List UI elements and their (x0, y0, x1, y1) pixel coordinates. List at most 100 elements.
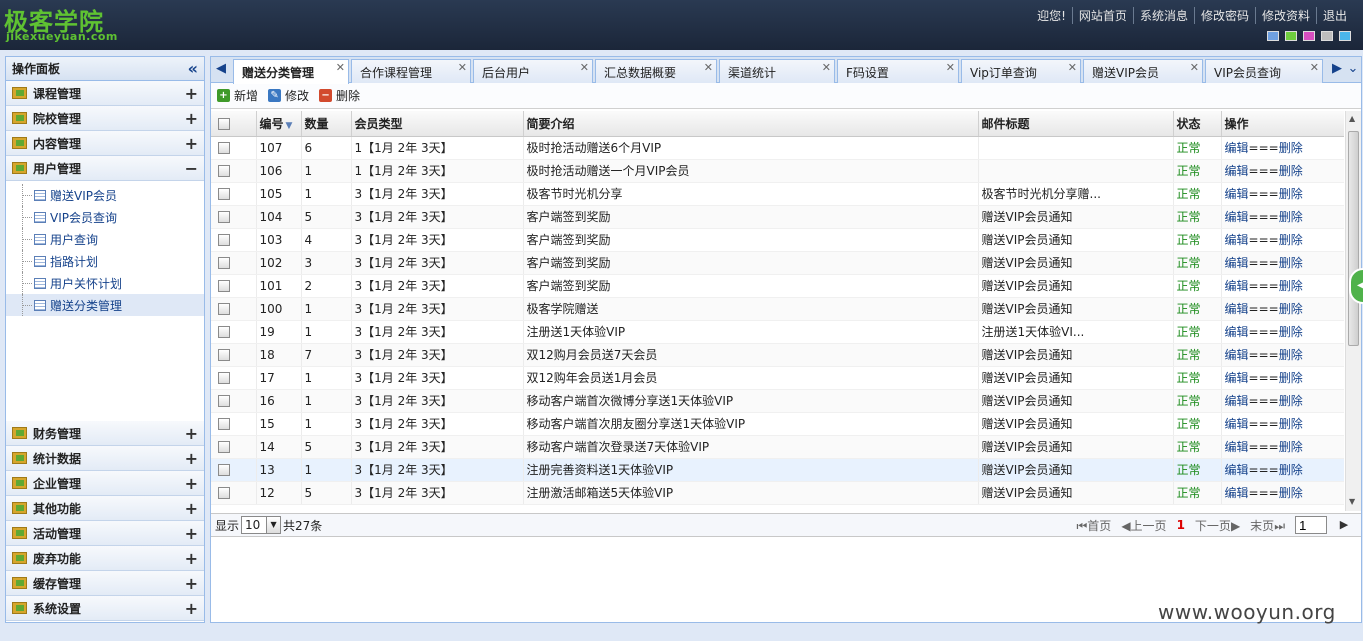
col-header-id[interactable]: 编号 ▼ (256, 111, 302, 137)
tab-2[interactable]: 后台用户 ✕ (473, 59, 593, 83)
skin-cyan-button[interactable] (1339, 31, 1351, 41)
delete-link[interactable]: 删除 (1279, 187, 1303, 201)
tree-item[interactable]: 赠送VIP会员 (6, 184, 204, 206)
close-icon[interactable]: ✕ (1068, 61, 1077, 74)
delete-link[interactable]: 删除 (1279, 233, 1303, 247)
table-row[interactable]: 14 5 3【1月 2年 3天】 移动客户端首次登录送7天体验VIP 赠送VIP会员通知… (211, 435, 1344, 459)
skin-blue-button[interactable] (1267, 31, 1279, 41)
delete-link[interactable]: 删除 (1279, 210, 1303, 224)
next-page-button[interactable]: 下一页▶ (1195, 517, 1240, 534)
edit-link[interactable]: 编辑 (1225, 325, 1249, 339)
row-checkbox[interactable] (218, 234, 230, 246)
delete-link[interactable]: 删除 (1279, 486, 1303, 500)
expand-toggle-icon[interactable]: − (185, 159, 198, 178)
row-checkbox[interactable] (218, 326, 230, 338)
sidebar-section-bottom-1[interactable]: 统计数据 + (6, 446, 204, 471)
expand-toggle-icon[interactable]: + (185, 424, 198, 443)
row-checkbox[interactable] (218, 303, 230, 315)
delete-link[interactable]: 删除 (1279, 164, 1303, 178)
col-header-mail[interactable]: 邮件标题 (978, 111, 1174, 137)
table-row[interactable]: 19 1 3【1月 2年 3天】 注册送1天体验VIP 注册送1天体验VI... 正常 编辑… (211, 320, 1344, 344)
table-row[interactable]: 16 1 3【1月 2年 3天】 移动客户端首次微博分享送1天体验VIP 赠送VIP会员… (211, 389, 1344, 413)
edit-link[interactable]: 编辑 (1225, 141, 1249, 155)
go-page-icon[interactable]: ▶ (1337, 516, 1351, 534)
close-icon[interactable]: ✕ (704, 61, 713, 74)
edit-link[interactable]: 编辑 (1225, 256, 1249, 270)
row-checkbox[interactable] (218, 142, 230, 154)
col-header-desc[interactable]: 简要介绍 (523, 111, 979, 137)
close-icon[interactable]: ✕ (822, 61, 831, 74)
scroll-down-icon[interactable]: ▼ (1349, 497, 1355, 506)
tab-1[interactable]: 合作课程管理 ✕ (351, 59, 471, 83)
row-checkbox[interactable] (218, 372, 230, 384)
edit-link[interactable]: 编辑 (1225, 348, 1249, 362)
sidebar-section-top-2[interactable]: 内容管理 + (6, 131, 204, 156)
page-size-select[interactable]: 10 ▼ (241, 516, 282, 534)
expand-toggle-icon[interactable]: + (185, 84, 198, 103)
scrollbar-thumb[interactable] (1348, 131, 1359, 346)
expand-toggle-icon[interactable]: + (185, 599, 198, 618)
expand-toggle-icon[interactable]: + (185, 574, 198, 593)
nav-edit-profile-link[interactable]: 修改资料 (1254, 7, 1316, 24)
side-pull-tab-icon[interactable]: ◀◀ (1349, 268, 1363, 304)
delete-link[interactable]: 删除 (1279, 325, 1303, 339)
tab-5[interactable]: F码设置 ✕ (837, 59, 959, 83)
delete-link[interactable]: 删除 (1279, 302, 1303, 316)
tab-4[interactable]: 渠道统计 ✕ (719, 59, 835, 83)
row-checkbox[interactable] (218, 464, 230, 476)
first-page-button[interactable]: ⏮首页 (1076, 517, 1111, 534)
delete-button[interactable]: − 删除 (319, 87, 360, 104)
delete-link[interactable]: 删除 (1279, 463, 1303, 477)
tab-scroll-right-icon[interactable]: ▶ (1329, 61, 1345, 79)
expand-toggle-icon[interactable]: + (185, 549, 198, 568)
skin-green-button[interactable] (1285, 31, 1297, 41)
delete-link[interactable]: 删除 (1279, 279, 1303, 293)
last-page-button[interactable]: 末页⏭ (1250, 517, 1285, 534)
table-row[interactable]: 17 1 3【1月 2年 3天】 双12购年会员送1月会员 赠送VIP会员通知 正常 编辑=… (211, 366, 1344, 390)
table-row[interactable]: 104 5 3【1月 2年 3天】 客户端签到奖励 赠送VIP会员通知 正常 编辑===删除 (211, 205, 1344, 229)
close-icon[interactable]: ✕ (580, 61, 589, 74)
row-checkbox[interactable] (218, 280, 230, 292)
close-icon[interactable]: ✕ (1310, 61, 1319, 74)
skin-pink-button[interactable] (1303, 31, 1315, 41)
delete-link[interactable]: 删除 (1279, 256, 1303, 270)
close-icon[interactable]: ✕ (1190, 61, 1199, 74)
table-row[interactable]: 15 1 3【1月 2年 3天】 移动客户端首次朋友圈分享送1天体验VIP 赠送VIP会… (211, 412, 1344, 436)
tab-3[interactable]: 汇总数据概要 ✕ (595, 59, 717, 83)
sidebar-section-bottom-4[interactable]: 活动管理 + (6, 521, 204, 546)
nav-change-password-link[interactable]: 修改密码 (1193, 7, 1255, 24)
expand-toggle-icon[interactable]: + (185, 449, 198, 468)
nav-home-link[interactable]: 网站首页 (1071, 7, 1133, 24)
sidebar-section-bottom-7[interactable]: 系统设置 + (6, 596, 204, 621)
table-row[interactable]: 107 6 1【1月 2年 3天】 极时抢活动赠送6个月VIP 正常 编辑===删除 (211, 136, 1344, 160)
delete-link[interactable]: 删除 (1279, 348, 1303, 362)
page-number-input[interactable] (1295, 516, 1327, 534)
table-row[interactable]: 18 7 3【1月 2年 3天】 双12购月会员送7天会员 赠送VIP会员通知 正常 编辑=… (211, 343, 1344, 367)
table-row[interactable]: 106 1 1【1月 2年 3天】 极时抢活动赠送一个月VIP会员 正常 编辑===删除 (211, 159, 1344, 183)
edit-link[interactable]: 编辑 (1225, 463, 1249, 477)
select-all-checkbox[interactable] (218, 117, 230, 130)
col-header-status[interactable]: 状态 (1173, 111, 1222, 137)
table-row[interactable]: 12 5 3【1月 2年 3天】 注册激活邮箱送5天体验VIP 赠送VIP会员通知 正常编… (211, 481, 1344, 505)
sidebar-section-top-3[interactable]: 用户管理 − (6, 156, 204, 181)
edit-link[interactable]: 编辑 (1225, 486, 1249, 500)
close-icon[interactable]: ✕ (458, 61, 467, 74)
prev-page-button[interactable]: ◀上一页 (1121, 517, 1166, 534)
tree-item[interactable]: 赠送分类管理 (6, 294, 204, 316)
col-header-qty[interactable]: 数量 (301, 111, 352, 137)
expand-toggle-icon[interactable]: + (185, 499, 198, 518)
skin-gray-button[interactable] (1321, 31, 1333, 41)
tree-item[interactable]: 用户关怀计划 (6, 272, 204, 294)
table-row[interactable]: 105 1 3【1月 2年 3天】 极客节时光机分享 极客节时光机分享赠... 正常 编辑=… (211, 182, 1344, 206)
edit-link[interactable]: 编辑 (1225, 440, 1249, 454)
row-checkbox[interactable] (218, 165, 230, 177)
delete-link[interactable]: 删除 (1279, 371, 1303, 385)
nav-logout-link[interactable]: 退出 (1315, 7, 1353, 24)
row-checkbox[interactable] (218, 257, 230, 269)
tree-item[interactable]: 指路计划 (6, 250, 204, 272)
table-row[interactable]: 101 2 3【1月 2年 3天】 客户端签到奖励 赠送VIP会员通知 正常 编辑===删除 (211, 274, 1344, 298)
edit-link[interactable]: 编辑 (1225, 187, 1249, 201)
tab-7[interactable]: 赠送VIP会员 ✕ (1083, 59, 1203, 83)
tab-6[interactable]: Vip订单查询 ✕ (961, 59, 1081, 83)
expand-toggle-icon[interactable]: + (185, 134, 198, 153)
